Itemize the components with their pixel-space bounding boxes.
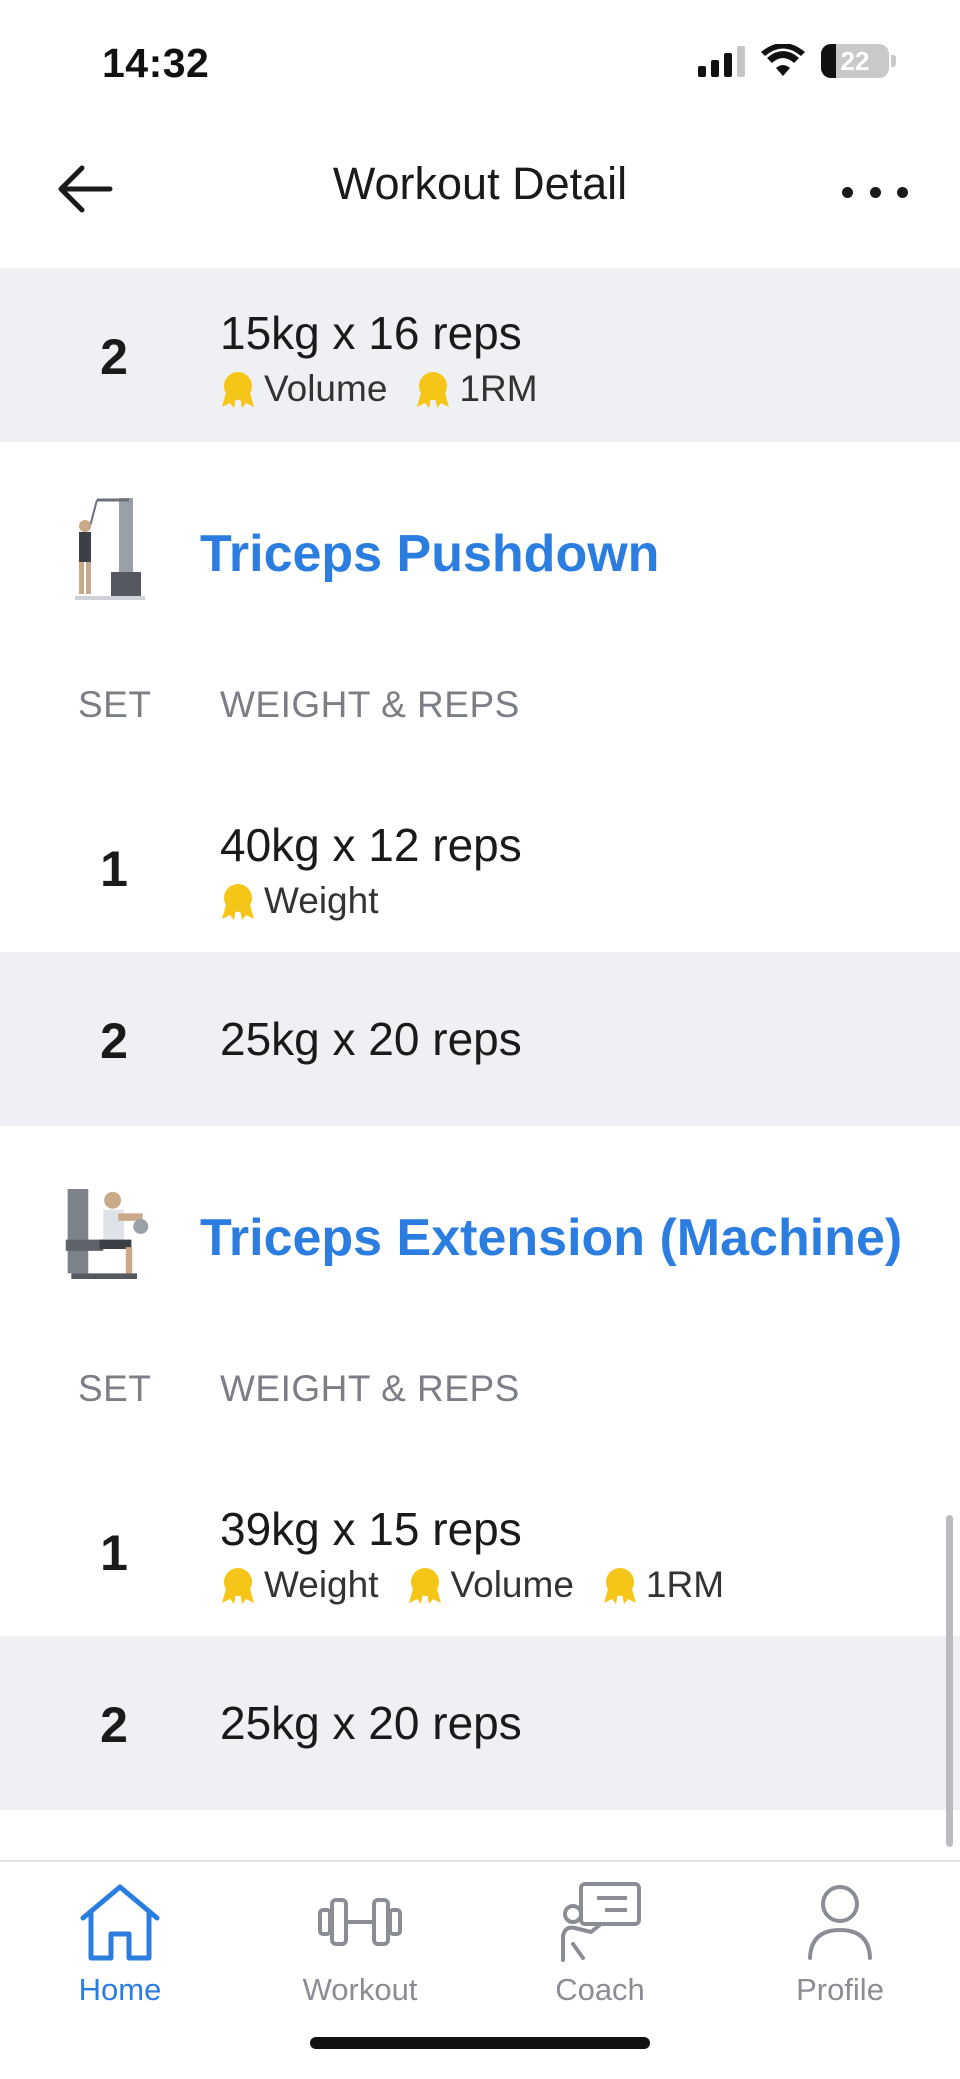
column-headers: SET WEIGHT & REPS — [0, 1368, 960, 1428]
profile-icon — [808, 1885, 872, 1960]
more-horizontal-icon — [842, 186, 853, 198]
tab-home[interactable]: Home — [20, 1876, 220, 2016]
set-weight-reps: 25kg x 20 reps — [220, 1013, 522, 1065]
workout-content[interactable]: 2 15kg x 16 reps Volume 1RM Triceps Push… — [0, 268, 960, 1860]
set-weight-reps: 15kg x 16 reps — [220, 307, 522, 359]
tab-coach[interactable]: Coach — [500, 1876, 700, 2016]
battery-icon: 22 — [821, 44, 896, 78]
scrollbar[interactable] — [946, 1515, 953, 1847]
set-row[interactable]: 2 25kg x 20 reps — [0, 1636, 960, 1810]
set-number: 2 — [100, 329, 128, 385]
medal-icon — [222, 884, 254, 920]
exercise-name[interactable]: Triceps Extension (Machine) — [200, 1208, 902, 1268]
set-row[interactable]: 1 39kg x 15 reps Weight Volume 1RM — [0, 1464, 960, 1638]
set-weight-reps: 40kg x 12 reps — [220, 819, 522, 871]
wifi-icon — [761, 44, 805, 76]
column-weight-reps: WEIGHT & REPS — [220, 684, 520, 725]
tab-workout[interactable]: Workout — [260, 1876, 460, 2016]
status-time: 14:32 — [102, 40, 210, 86]
dumbbell-icon — [318, 1898, 402, 1946]
exercise-header[interactable]: Triceps Extension (Machine) — [0, 1162, 960, 1312]
tab-label: Coach — [555, 1972, 645, 2007]
tab-label: Home — [78, 1972, 162, 2007]
exercise-thumbnail — [62, 1174, 152, 1294]
set-number: 2 — [100, 1697, 128, 1753]
pr-badges: Volume 1RM — [218, 368, 538, 410]
medal-icon — [222, 372, 254, 408]
medal-icon — [417, 372, 450, 408]
column-set: SET — [78, 1368, 152, 1409]
pr-badge: 1RM — [600, 1564, 724, 1606]
coach-icon — [561, 1882, 641, 1962]
tab-label: Workout — [302, 1972, 418, 2007]
medal-icon — [603, 1568, 636, 1604]
set-row[interactable]: 2 15kg x 16 reps Volume 1RM — [0, 268, 960, 442]
exercise-header[interactable]: Triceps Pushdown — [0, 478, 960, 628]
pr-badge: Weight — [218, 1564, 379, 1606]
set-number: 2 — [100, 1013, 128, 1069]
set-weight-reps: 39kg x 15 reps — [220, 1503, 522, 1555]
pr-badge: Weight — [218, 880, 379, 922]
pr-badges: Weight Volume 1RM — [218, 1564, 724, 1606]
signal-icon — [698, 45, 745, 77]
machine-icon — [65, 1189, 149, 1279]
pr-badges: Weight — [218, 880, 379, 922]
exercise-thumbnail — [62, 490, 152, 610]
battery-level: 22 — [840, 45, 870, 76]
set-row[interactable]: 1 40kg x 12 reps Weight — [0, 780, 960, 954]
cable-machine-icon — [75, 498, 145, 600]
tab-label: Profile — [796, 1972, 884, 2007]
pr-badge: 1RM — [413, 368, 538, 410]
home-icon — [80, 1884, 160, 1961]
status-icons: 22 — [698, 44, 896, 78]
set-number: 1 — [100, 841, 128, 897]
column-weight-reps: WEIGHT & REPS — [220, 1368, 520, 1409]
home-indicator[interactable] — [310, 2037, 650, 2049]
more-button[interactable] — [842, 172, 908, 212]
exercise-name[interactable]: Triceps Pushdown — [200, 524, 659, 584]
tab-profile[interactable]: Profile — [740, 1876, 940, 2016]
medal-icon — [408, 1568, 441, 1604]
status-bar: 14:32 22 — [0, 0, 960, 120]
set-row[interactable]: 2 25kg x 20 reps — [0, 952, 960, 1126]
column-headers: SET WEIGHT & REPS — [0, 684, 960, 744]
set-number: 1 — [100, 1525, 128, 1581]
pr-badge: Volume — [218, 368, 387, 410]
set-weight-reps: 25kg x 20 reps — [220, 1697, 522, 1749]
column-set: SET — [78, 684, 152, 725]
pr-badge: Volume — [405, 1564, 574, 1606]
medal-icon — [222, 1568, 254, 1604]
nav-bar: Workout Detail — [0, 120, 960, 268]
page-title: Workout Detail — [332, 158, 628, 209]
